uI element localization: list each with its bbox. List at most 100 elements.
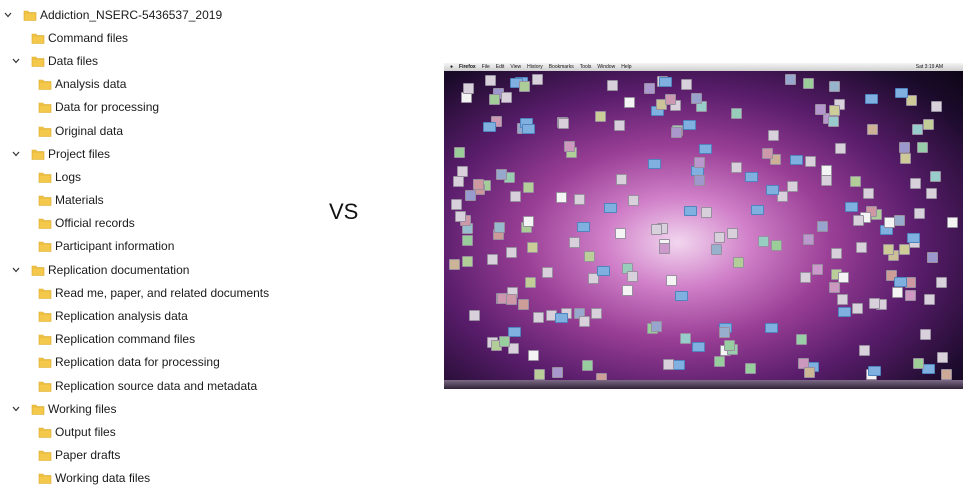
tree-item[interactable]: Original data — [0, 119, 300, 142]
desktop-file-icon — [895, 88, 908, 98]
desktop-file-icon — [838, 307, 851, 317]
desktop-file-icon — [856, 242, 867, 253]
desktop-file-icon — [614, 120, 625, 131]
desktop-file-icon — [463, 83, 474, 94]
desktop-file-icon — [534, 369, 545, 380]
desktop-file-icon — [582, 360, 593, 371]
folder-icon — [38, 124, 52, 138]
folder-icon — [31, 263, 45, 277]
desktop-file-icon — [815, 104, 826, 115]
desktop-file-icon — [494, 222, 505, 233]
desktop-file-icon — [506, 294, 517, 305]
desktop-file-icon — [829, 81, 840, 92]
desktop-file-icon — [869, 298, 880, 309]
desktop-file-icon — [584, 251, 595, 262]
tree-item[interactable]: Data files — [0, 49, 300, 72]
desktop-file-icon — [659, 77, 672, 87]
desktop-file-icon — [914, 208, 925, 219]
desktop-file-icon — [894, 215, 905, 226]
desktop-file-icon — [615, 228, 626, 239]
tree-item[interactable]: Read me, paper, and related documents — [0, 281, 300, 304]
tree-item[interactable]: Replication documentation — [0, 258, 300, 281]
chevron-down-icon[interactable] — [10, 403, 22, 415]
desktop-file-icon — [451, 199, 462, 210]
desktop-file-icon — [796, 334, 807, 345]
desktop-file-icon — [525, 277, 536, 288]
tree-item[interactable]: Materials — [0, 189, 300, 212]
desktop-file-icon — [852, 303, 863, 314]
desktop-file-icon — [762, 148, 773, 159]
desktop-file-icon — [751, 205, 764, 215]
folder-icon — [31, 402, 45, 416]
desktop-file-icon — [829, 105, 840, 116]
chevron-down-icon[interactable] — [10, 264, 22, 276]
tree-item[interactable]: Logs — [0, 165, 300, 188]
desktop-file-icon — [835, 143, 846, 154]
chevron-down-icon[interactable] — [10, 148, 22, 160]
desktop-file-icon — [469, 310, 480, 321]
desktop-file-icon — [651, 224, 662, 235]
desktop-file-icon — [519, 81, 530, 92]
desktop-file-icon — [790, 155, 803, 165]
desktop-file-icon — [462, 235, 473, 246]
tree-item[interactable]: Working files — [0, 397, 300, 420]
tree-item[interactable]: Command files — [0, 26, 300, 49]
tree-item[interactable]: Paper drafts — [0, 444, 300, 467]
desktop-file-icon — [787, 181, 798, 192]
desktop-file-icon — [680, 333, 691, 344]
folder-icon — [31, 54, 45, 68]
folder-label: Read me, paper, and related documents — [55, 285, 270, 300]
tree-root[interactable]: Addiction_NSERC-5436537_2019 — [0, 3, 300, 26]
tree-item[interactable]: Replication analysis data — [0, 304, 300, 327]
vs-label: VS — [329, 199, 359, 224]
desktop-file-icon — [719, 327, 730, 338]
desktop-file-icon — [907, 233, 920, 243]
desktop-file-icon — [518, 299, 529, 310]
desktop-file-icon — [569, 237, 580, 248]
desktop-file-icon — [527, 242, 538, 253]
desktop-file-icon — [485, 75, 496, 86]
tree-item[interactable]: Analysis data — [0, 73, 300, 96]
desktop-file-icon — [528, 350, 539, 361]
desktop-file-icon — [648, 159, 661, 169]
desktop-file-icon — [462, 256, 473, 267]
desktop-file-icon — [683, 120, 696, 130]
desktop-file-icon — [926, 188, 937, 199]
desktop-file-icon — [884, 217, 895, 228]
desktop-file-icon — [867, 124, 878, 135]
desktop-file-icon — [665, 94, 676, 105]
desktop-file-icon — [556, 192, 567, 203]
desktop-file-icon — [765, 323, 778, 333]
menu-item: Help — [621, 64, 632, 70]
desktop-file-icon — [947, 217, 958, 228]
desktop-file-icon — [821, 175, 832, 186]
tree-item[interactable]: Working data files — [0, 467, 300, 490]
tree-item[interactable]: Output files — [0, 420, 300, 443]
desktop-file-icon — [805, 156, 816, 167]
desktop-file-icon — [453, 176, 464, 187]
desktop-file-icon — [681, 79, 692, 90]
desktop-file-icon — [627, 271, 638, 282]
folder-icon — [38, 193, 52, 207]
desktop-file-icon — [579, 316, 590, 327]
desktop-file-icon — [936, 277, 947, 288]
tree-item[interactable]: Replication source data and metadata — [0, 374, 300, 397]
tree-item[interactable]: Official records — [0, 212, 300, 235]
tree-item[interactable]: Replication command files — [0, 328, 300, 351]
desktop-file-icon — [927, 252, 938, 263]
chevron-down-icon[interactable] — [2, 9, 14, 21]
desktop-file-icon — [714, 356, 725, 367]
tree-item[interactable]: Data for processing — [0, 96, 300, 119]
desktop-file-icon — [455, 211, 466, 222]
chevron-down-icon[interactable] — [10, 55, 22, 67]
folder-label: Replication command files — [55, 332, 196, 347]
desktop-file-icon — [591, 308, 602, 319]
desktop-file-icon — [941, 369, 952, 380]
tree-item[interactable]: Replication data for processing — [0, 351, 300, 374]
desktop-file-icon — [803, 78, 814, 89]
desktop-file-icon — [899, 142, 910, 153]
desktop-file-icon — [499, 336, 510, 347]
tree-item[interactable]: Project files — [0, 142, 300, 165]
tree-item[interactable]: Participant information — [0, 235, 300, 258]
folder-icon — [38, 448, 52, 462]
